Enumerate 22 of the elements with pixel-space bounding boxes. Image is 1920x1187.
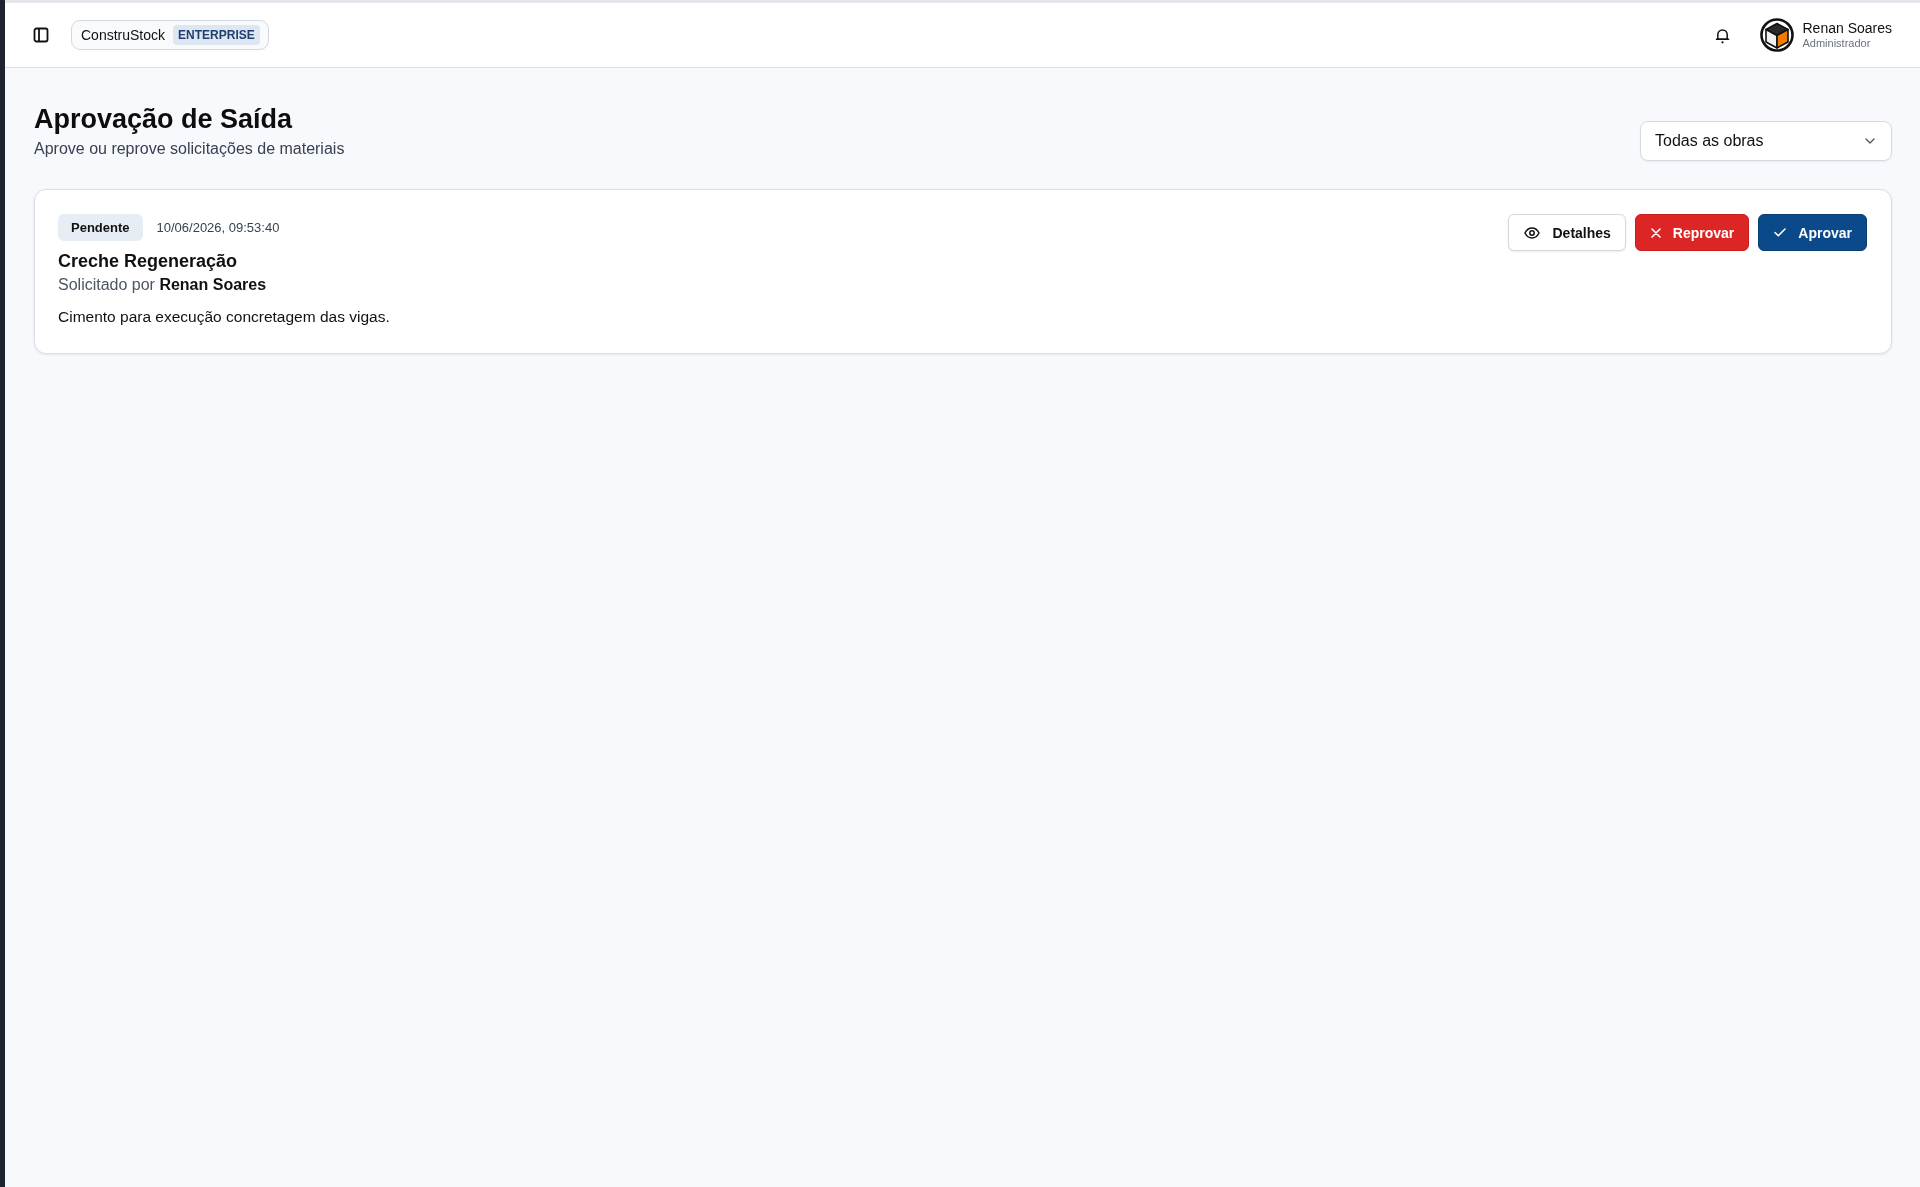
check-icon <box>1774 228 1787 237</box>
request-datetime: 10/06/2026, 09:53:40 <box>156 220 280 235</box>
reject-button[interactable]: Reprovar <box>1634 214 1750 251</box>
close-icon <box>1650 227 1661 238</box>
chevron-down-icon <box>1865 138 1875 144</box>
edition-tag: ENTERPRISE <box>173 25 260 45</box>
sidebar-toggle-icon[interactable] <box>33 27 49 43</box>
user-name: Renan Soares <box>1802 21 1892 37</box>
cube-avatar-icon[interactable] <box>1760 18 1795 52</box>
page-title: Aprovação de Saída <box>34 103 294 136</box>
page-subtitle: Aprove ou reprove solicitações de materiais <box>34 139 345 159</box>
details-button[interactable]: Detalhes <box>1508 214 1626 251</box>
brand-name: ConstruStock <box>81 27 166 43</box>
status-badge: Pendente <box>58 214 143 241</box>
user-role: Administrador <box>1802 36 1872 49</box>
site-filter-dropdown[interactable]: Todas as obras <box>1640 121 1892 161</box>
requested-by-text: Solicitado por Renan Soares <box>58 275 268 295</box>
notification-bell-icon[interactable] <box>1715 26 1731 44</box>
eye-icon <box>1524 226 1541 239</box>
request-description: Cimento para execução concretagem das vigas. <box>58 307 390 327</box>
site-name: Creche Regeneração <box>58 250 239 273</box>
approve-button[interactable]: Aprovar <box>1758 214 1867 251</box>
